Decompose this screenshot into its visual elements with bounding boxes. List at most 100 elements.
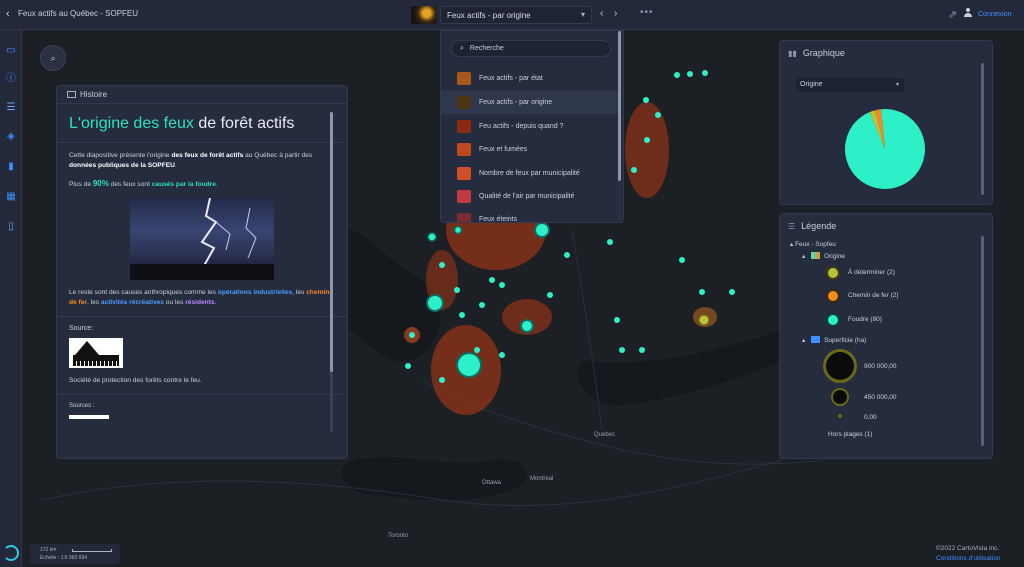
legend-size-large [826, 352, 854, 380]
menu-item[interactable]: Feux et fumées [441, 138, 621, 161]
search-icon: ⌕ [460, 45, 464, 52]
menu-item[interactable]: Nombre de feux par municipalité [441, 162, 621, 185]
scale-line [72, 549, 112, 552]
legend-out-of-range: Hors plages (1) [828, 431, 873, 438]
info-icon[interactable]: ⓘ [5, 73, 17, 85]
theme-thumbnail [457, 167, 471, 180]
book-icon[interactable]: ▯ [5, 221, 17, 233]
theme-thumbnail [457, 190, 471, 203]
legend-panel-title: Légende [801, 221, 837, 231]
story-scrollbar-thumb[interactable] [330, 112, 333, 372]
chart-panel-title: Graphique [802, 48, 845, 58]
user-icon[interactable] [963, 8, 973, 18]
menu-item-selected[interactable]: Feux actifs - par origine [441, 91, 621, 114]
source-label: Source: [69, 325, 94, 332]
pie-chart[interactable] [835, 99, 935, 199]
legend-size-large-label: 900 000,00 [864, 363, 897, 370]
story-intro: Cette diapositive présente l'origine des… [69, 152, 313, 169]
legend-layer-name: Feux - Sopfeu [795, 241, 836, 248]
map-search-button[interactable]: ⌕ [40, 45, 66, 71]
next-theme-button[interactable]: › [614, 8, 617, 19]
map-icon[interactable]: ▭ [5, 45, 17, 57]
story-rest: Le reste sont des causes anthropiques co… [69, 289, 333, 306]
legend-entry-lightning: Foudre (80) [848, 316, 882, 323]
source-description: Société de protection des forêts contre … [69, 377, 202, 384]
chart-icon: ▮▮ [788, 49, 797, 58]
story-stat: Plus de 90% des feux sont causés par la … [69, 179, 218, 188]
legend-size-medium [833, 390, 847, 404]
map-label-toronto: Toronto [388, 533, 409, 539]
chart-panel-header: ▮▮ Graphique [788, 48, 845, 58]
map-label-ottawa: Ottawa [482, 480, 502, 486]
story-title: L'origine des feux de forêt actifs [69, 114, 335, 134]
theme-thumbnail [457, 120, 471, 133]
story-body[interactable]: L'origine des feux de forêt actifs Cette… [57, 104, 347, 427]
story-panel: Histoire L'origine des feux de forêt act… [56, 85, 348, 459]
book-icon [67, 91, 76, 98]
menu-item[interactable]: Feux éteints [441, 208, 621, 222]
theme-thumbnail [457, 143, 471, 156]
legend-layer-row[interactable]: ▴ Feux - Sopfeu [790, 240, 836, 248]
list-icon[interactable]: ☰ [5, 102, 17, 114]
menu-search-input[interactable]: ⌕ Recherche [451, 40, 611, 57]
legend-panel-scrollbar[interactable] [981, 236, 984, 446]
theme-selector[interactable]: Feux actifs - par origine ▾ [440, 6, 592, 24]
layers-icon[interactable]: ◈ [5, 131, 17, 143]
copyright: ©2022 CartoVista inc. [936, 545, 1000, 552]
legend-swatch-railroad [828, 291, 838, 301]
legend-size-small [838, 414, 842, 418]
story-scrollbar[interactable] [330, 112, 333, 432]
search-icon: ⌕ [50, 53, 56, 63]
prev-theme-button[interactable]: ‹ [600, 8, 603, 19]
great-lakes-area [341, 457, 527, 500]
lightning-photo [130, 198, 274, 280]
chart-panel: ▮▮ Graphique Origine ▾ [779, 40, 993, 205]
legend-entry-railroad: Chemin de fer (2) [848, 292, 899, 299]
chart-field-select[interactable]: Origine ▾ [796, 78, 904, 92]
scale-bar: 172 km Échelle : 1:6 960 694 [30, 544, 120, 564]
theme-thumbnail [457, 72, 471, 85]
legend-swatch-lightning [828, 315, 838, 325]
chart-panel-scrollbar-thumb[interactable] [981, 63, 984, 195]
share-icon[interactable]: ⇗ [948, 8, 957, 21]
story-divider [57, 142, 347, 143]
menu-item[interactable]: Feux actifs - par état [441, 67, 621, 90]
legend-group-origin[interactable]: ▴ Origine [802, 252, 845, 260]
terms-link[interactable]: Conditions d'utilisation [936, 555, 1000, 562]
chart-panel-scrollbar[interactable] [981, 63, 984, 195]
menu-scrollbar-thumb[interactable] [618, 31, 621, 181]
st-lawrence-gulf [577, 327, 809, 406]
legend-panel-header: ☰ Légende [788, 221, 836, 231]
story-divider-3 [57, 394, 347, 395]
legend-size-medium-label: 450 000,00 [864, 394, 897, 401]
sources-label: Sources : [69, 403, 95, 409]
theme-selector-value: Feux actifs - par origine [447, 11, 531, 20]
more-options-icon[interactable]: ••• [640, 7, 654, 18]
login-link[interactable]: Connexion [978, 11, 1011, 18]
table-icon[interactable]: ▦ [5, 191, 17, 203]
theme-thumbnail [411, 6, 437, 24]
chart-icon[interactable]: ▮ [5, 161, 17, 173]
chevron-down-icon: ▾ [895, 82, 899, 88]
legend-swatch-undetermined [828, 268, 838, 278]
legend-panel: ☰ Légende ▴ Feux - Sopfeu ▴ Origine À dét… [779, 213, 993, 459]
menu-item[interactable]: Qualité de l'air par municipalité [441, 185, 621, 208]
story-header: Histoire [57, 86, 347, 104]
menu-item[interactable]: Feu actifs - depuis quand ? [441, 115, 621, 138]
origin-group-icon [811, 252, 821, 259]
legend-group-size[interactable]: ▴ Superficie (ha) [802, 336, 866, 344]
chart-field-select-value: Origine [800, 81, 823, 88]
legend-entry-undetermined: À déterminer (2) [848, 269, 895, 276]
menu-scrollbar[interactable] [618, 31, 621, 221]
scale-ratio: Échelle : 1:6 960 694 [40, 555, 87, 561]
top-bar: ‹ Feux actifs au Québec - SOPFEU Feux ac… [0, 0, 1024, 30]
story-title-highlight: L'origine des feux [69, 115, 194, 132]
legend-panel-scrollbar-thumb[interactable] [981, 236, 984, 446]
menu-search-placeholder: Recherche [469, 45, 504, 52]
app-title: Feux actifs au Québec - SOPFEU [18, 9, 139, 18]
legend-size-small-label: 0,00 [864, 414, 877, 421]
story-header-label: Histoire [80, 90, 108, 99]
back-icon[interactable]: ‹ [6, 8, 10, 20]
map-label-montreal: Montreal [530, 476, 554, 482]
left-rail: ▭ ⓘ ☰ ◈ ▮ ▦ ▯ [0, 30, 22, 567]
